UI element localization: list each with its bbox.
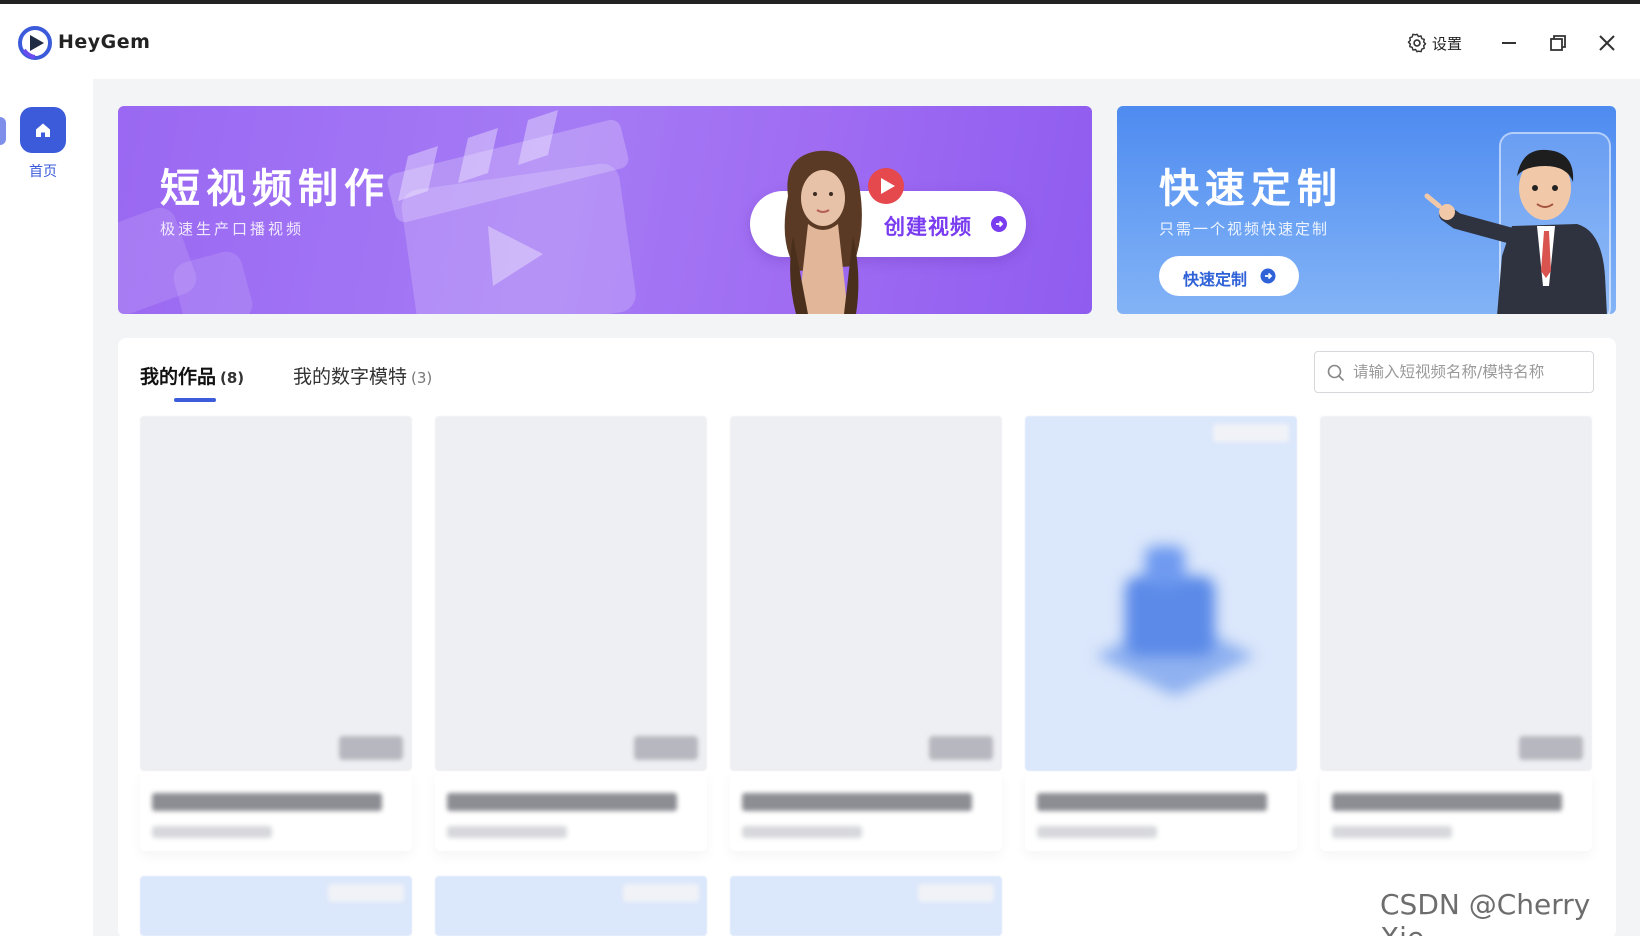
banner-title: 短视频制作 <box>160 166 390 212</box>
sidebar: 首页 <box>0 79 93 936</box>
settings-button[interactable]: 设置 <box>1406 31 1462 55</box>
tab-label: 我的作品 <box>140 366 217 388</box>
quick-custom-label: 快速定制 <box>1183 270 1248 289</box>
status-tag <box>328 884 404 902</box>
video-thumbnail <box>730 416 1002 771</box>
card-footer <box>435 771 707 851</box>
restore-icon <box>1550 35 1566 51</box>
video-meta <box>447 826 567 838</box>
tab-count: (8) <box>220 369 245 387</box>
status-tag <box>623 884 699 902</box>
video-thumbnail <box>1320 416 1592 771</box>
card-footer <box>730 771 1002 851</box>
card-footer <box>1025 771 1297 851</box>
video-title <box>1332 793 1562 811</box>
minimize-icon <box>1502 42 1516 44</box>
duration-badge <box>1519 736 1583 760</box>
heygem-logo-icon <box>18 26 52 60</box>
video-meta <box>1037 826 1157 838</box>
status-tag <box>918 884 994 902</box>
play-icon <box>868 168 904 204</box>
video-title <box>152 793 382 811</box>
duration-badge <box>339 736 403 760</box>
search-icon <box>1327 364 1344 381</box>
search-box[interactable] <box>1314 351 1594 393</box>
quick-custom-button[interactable]: 快速定制 <box>1159 256 1299 296</box>
search-input[interactable] <box>1353 358 1585 386</box>
video-card[interactable] <box>140 416 412 848</box>
app-name: HeyGem <box>58 31 151 53</box>
video-meta <box>742 826 862 838</box>
video-card[interactable] <box>140 876 412 936</box>
video-title <box>1037 793 1267 811</box>
minimize-button[interactable] <box>1496 30 1522 56</box>
video-thumbnail <box>435 416 707 771</box>
restore-button[interactable] <box>1545 30 1571 56</box>
settings-label: 设置 <box>1432 34 1463 53</box>
short-video-banner: 短视频制作 极速生产口播视频 创建视频 <box>118 106 1092 314</box>
businessman-avatar <box>1424 149 1607 314</box>
arrow-right-circle-icon <box>1260 268 1276 284</box>
watermark-text: CSDN @Cherry Xie <box>1380 888 1591 936</box>
sidebar-edge-indicator <box>0 117 6 145</box>
video-thumbnail <box>140 416 412 771</box>
tab-count: (3) <box>411 369 433 387</box>
arrow-right-circle-icon <box>991 216 1007 232</box>
banner-title: 快速定制 <box>1159 166 1343 212</box>
gear-icon <box>1407 33 1427 53</box>
title-bar: HeyGem 设置 <box>0 4 1640 79</box>
tab-label: 我的数字模特 <box>293 366 408 388</box>
status-tag <box>1213 424 1289 442</box>
video-card[interactable] <box>730 876 1002 936</box>
video-title <box>447 793 677 811</box>
video-title <box>742 793 972 811</box>
banner-subtitle: 只需一个视频快速定制 <box>1159 220 1330 238</box>
video-card[interactable] <box>730 416 1002 848</box>
quick-custom-banner: 快速定制 只需一个视频快速定制 快速定制 <box>1117 106 1616 314</box>
duration-badge <box>929 736 993 760</box>
home-icon <box>36 123 50 137</box>
close-button[interactable] <box>1594 30 1620 56</box>
video-card[interactable] <box>1025 416 1297 848</box>
sidebar-item-home-label: 首页 <box>29 164 57 180</box>
card-footer <box>140 771 412 851</box>
create-video-label: 创建视频 <box>884 215 972 239</box>
generating-illustration <box>1095 546 1255 696</box>
card-footer <box>1320 771 1592 851</box>
close-icon <box>1599 35 1615 51</box>
duration-badge <box>634 736 698 760</box>
banner-subtitle: 极速生产口播视频 <box>160 220 305 238</box>
digital-model-avatar <box>784 150 862 314</box>
video-card[interactable] <box>435 416 707 848</box>
tab-my-works[interactable]: 我的作品 (8) <box>140 362 244 389</box>
clapperboard-icon <box>387 110 636 314</box>
video-meta <box>1332 826 1452 838</box>
video-meta <box>152 826 272 838</box>
video-card[interactable] <box>1320 416 1592 848</box>
sidebar-item-home[interactable] <box>20 107 66 153</box>
video-card[interactable] <box>435 876 707 936</box>
active-tab-indicator <box>174 398 216 402</box>
tab-my-digital-models[interactable]: 我的数字模特 (3) <box>293 362 432 389</box>
